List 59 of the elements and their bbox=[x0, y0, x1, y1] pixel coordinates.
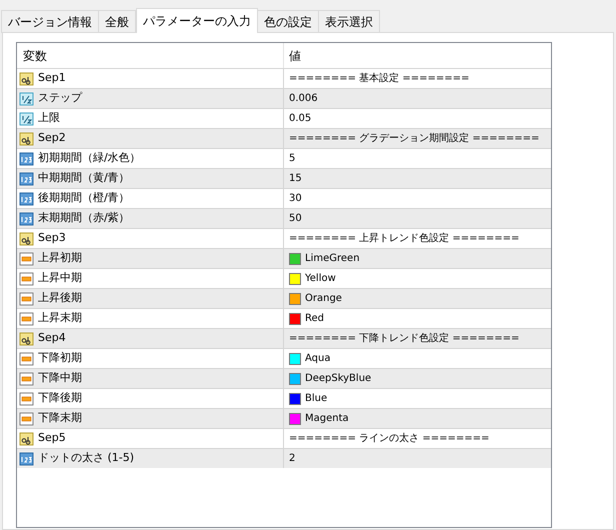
decimal-type-icon bbox=[19, 110, 34, 126]
text-type-icon bbox=[19, 330, 34, 346]
text-type-icon bbox=[19, 70, 34, 86]
parameter-value[interactable]: Blue bbox=[305, 391, 328, 406]
parameter-name: ドットの太さ (1-5) bbox=[38, 450, 134, 466]
parameter-value[interactable]: DeepSkyBlue bbox=[305, 371, 372, 386]
column-header[interactable]: 値 bbox=[284, 43, 551, 68]
parameter-value[interactable]: 0.006 bbox=[289, 91, 318, 106]
text-type-icon bbox=[19, 230, 34, 246]
parameter-name: 上昇初期 bbox=[38, 250, 82, 266]
parameter-name: 上昇中期 bbox=[38, 270, 82, 286]
color-type-icon bbox=[19, 410, 34, 426]
parameter-value[interactable]: 2 bbox=[289, 451, 296, 466]
parameter-value[interactable]: ======== 上昇トレンド色設定 ======== bbox=[289, 231, 520, 246]
parameter-name: Sep4 bbox=[38, 330, 66, 346]
text-type-icon bbox=[19, 430, 34, 446]
parameter-name: 末期期間（赤/紫） bbox=[38, 210, 130, 226]
color-type-icon bbox=[19, 250, 34, 266]
parameter-name: 下降末期 bbox=[38, 410, 82, 426]
parameter-name: 下降初期 bbox=[38, 350, 82, 366]
tab[interactable]: 表示選択 bbox=[318, 10, 380, 33]
tab[interactable]: バージョン情報 bbox=[1, 10, 99, 33]
parameter-value[interactable]: ======== グラデーション期間設定 ======== bbox=[289, 131, 540, 146]
color-type-icon bbox=[19, 290, 34, 306]
parameter-value[interactable]: 0.05 bbox=[289, 111, 312, 126]
parameter-value[interactable]: Yellow bbox=[305, 271, 336, 286]
integer-type-icon bbox=[19, 170, 34, 186]
parameter-value[interactable]: 30 bbox=[289, 191, 302, 206]
parameter-name: ステップ bbox=[38, 90, 82, 106]
tab[interactable]: 全般 bbox=[98, 10, 136, 33]
parameter-name: 上昇後期 bbox=[38, 290, 82, 306]
decimal-type-icon bbox=[19, 90, 34, 106]
parameter-value[interactable]: ======== 下降トレンド色設定 ======== bbox=[289, 331, 520, 346]
parameter-name: 上限 bbox=[38, 110, 60, 126]
parameter-name: 後期期間（橙/青） bbox=[38, 190, 130, 206]
integer-type-icon bbox=[19, 450, 34, 466]
parameter-value[interactable]: Red bbox=[305, 311, 324, 326]
integer-type-icon bbox=[19, 210, 34, 226]
text-type-icon bbox=[19, 130, 34, 146]
parameter-name: Sep3 bbox=[38, 230, 66, 246]
parameter-name: 中期期間（黄/青） bbox=[38, 170, 130, 186]
parameter-value[interactable]: 5 bbox=[289, 151, 296, 166]
parameter-value[interactable]: Aqua bbox=[305, 351, 330, 366]
parameter-value[interactable]: 50 bbox=[289, 211, 302, 226]
parameter-value[interactable]: ======== 基本設定 ======== bbox=[289, 71, 470, 86]
color-type-icon bbox=[19, 370, 34, 386]
parameter-value[interactable]: ======== ラインの太さ ======== bbox=[289, 431, 490, 446]
parameter-name: 下降中期 bbox=[38, 370, 82, 386]
parameter-name: Sep1 bbox=[38, 70, 66, 86]
parameter-value[interactable]: Orange bbox=[305, 291, 342, 306]
parameter-value[interactable]: LimeGreen bbox=[305, 251, 360, 266]
parameter-name: Sep5 bbox=[38, 430, 66, 446]
tab[interactable]: パラメーターの入力 bbox=[136, 8, 258, 33]
parameter-value[interactable]: Magenta bbox=[305, 411, 349, 426]
parameter-name: 下降後期 bbox=[38, 390, 82, 406]
parameter-name: Sep2 bbox=[38, 130, 66, 146]
parameter-name: 上昇末期 bbox=[38, 310, 82, 326]
parameter-name: 初期期間（緑/水色） bbox=[38, 150, 141, 166]
parameter-value[interactable]: 15 bbox=[289, 171, 302, 186]
